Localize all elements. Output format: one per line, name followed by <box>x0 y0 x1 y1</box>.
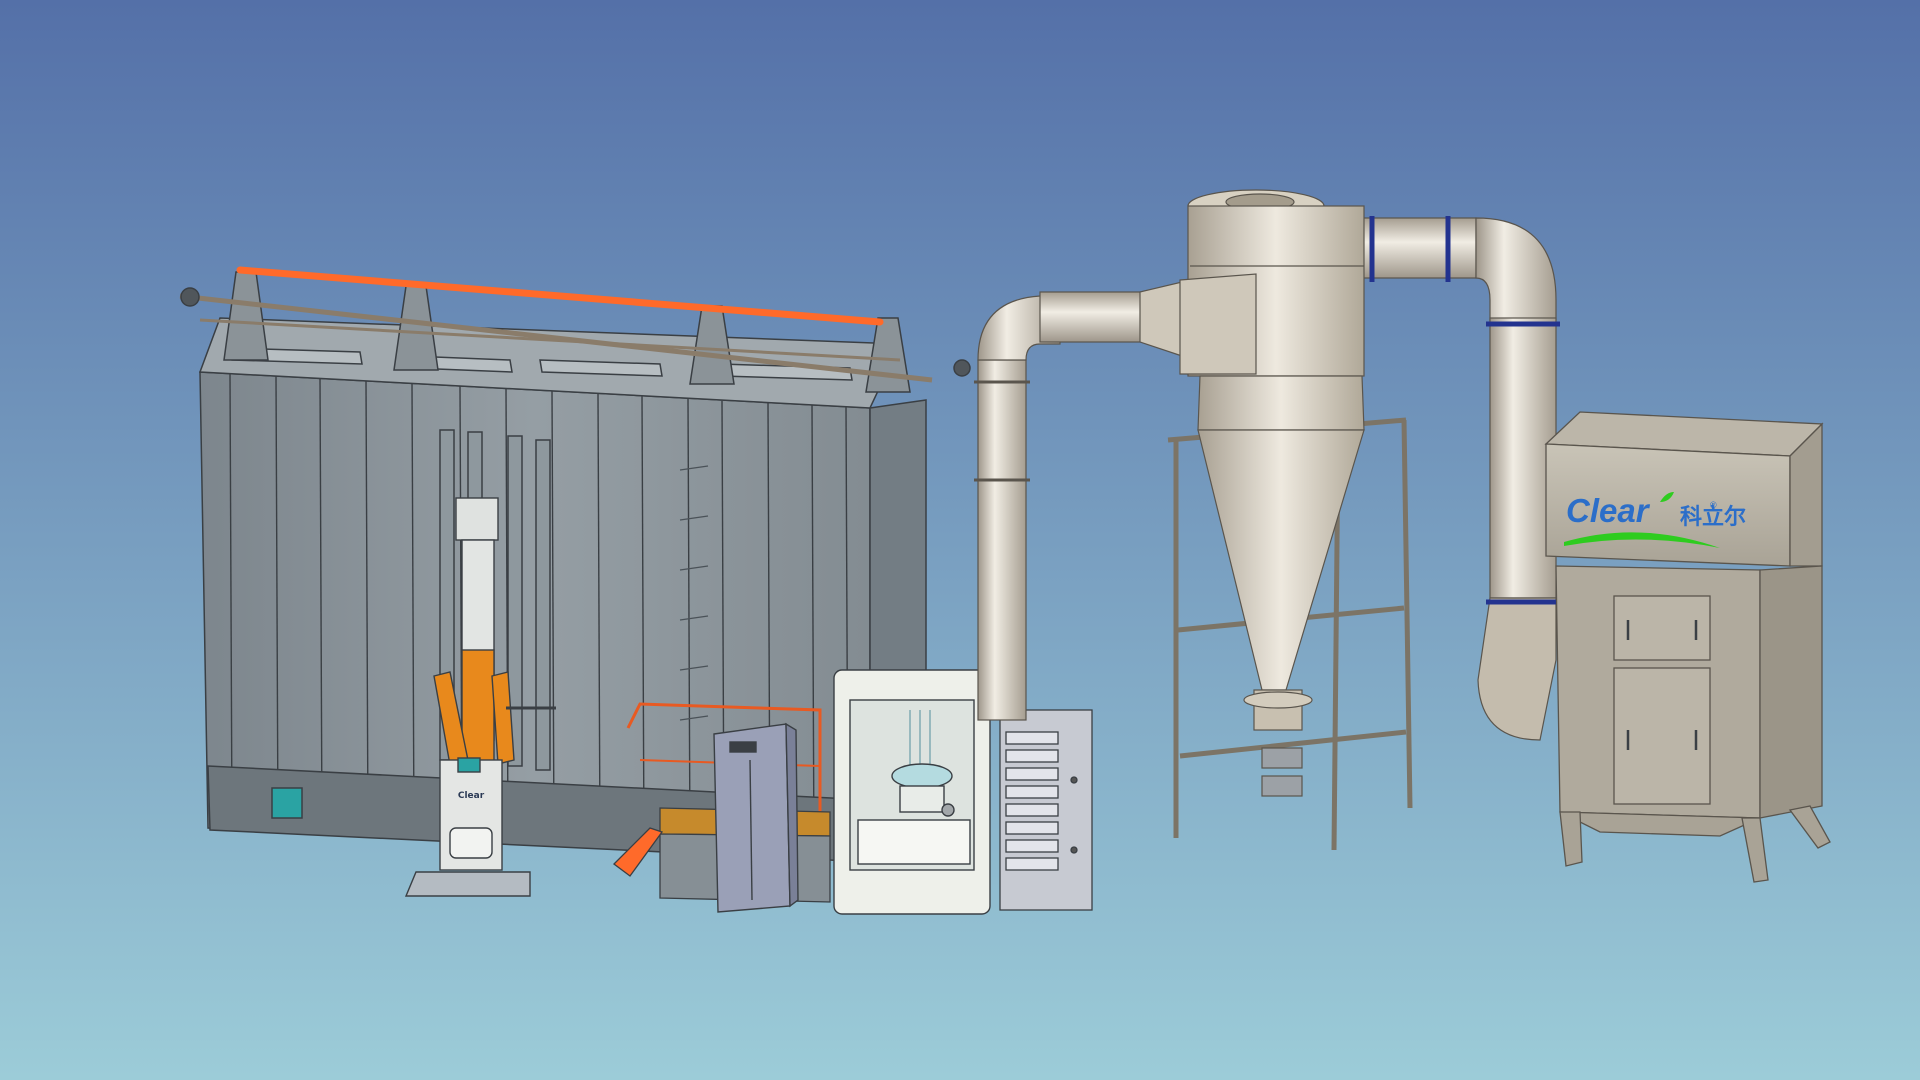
powder-hopper <box>891 763 953 789</box>
reciprocator-screen <box>457 757 481 773</box>
rotary-valve-flange <box>1243 691 1313 709</box>
powder-sieve <box>899 785 945 813</box>
rack-switch-icon <box>1070 776 1078 784</box>
return-duct-vertical <box>977 359 1027 721</box>
reciprocator-plate: Clear <box>458 791 485 801</box>
drive-motor <box>180 287 200 307</box>
brand-reg-mark: ® <box>1710 500 1717 510</box>
control-cabinet <box>713 722 799 913</box>
cyclone-collar <box>1197 375 1365 431</box>
return-duct-horizontal <box>1039 291 1149 343</box>
powder-tray <box>857 819 971 865</box>
collector-inlet-elbow <box>1477 597 1557 741</box>
drive-motor-right <box>953 359 971 377</box>
booth-inspection-window <box>271 787 303 819</box>
cyclone-inlet-box <box>1179 273 1257 375</box>
sieve-unit <box>1261 747 1303 769</box>
powder-coating-system-render: Clear Clear 科立尔 ® <box>0 0 1920 1080</box>
gun-control-rack <box>999 709 1093 911</box>
cartridge-filter-collector: Clear 科立尔 ® <box>1544 411 1831 883</box>
collector-body-side <box>1759 565 1823 819</box>
powder-valve-icon <box>941 803 955 817</box>
brand-name-latin: Clear <box>1566 492 1651 529</box>
sieve-unit-2 <box>1261 775 1303 797</box>
cabinet-label-plate <box>729 741 757 753</box>
rack-switch-icon-2 <box>1070 846 1078 854</box>
reciprocator-footplate <box>404 871 531 897</box>
reciprocator-panel <box>449 827 493 859</box>
reciprocator-column-cap <box>455 497 499 541</box>
powder-feed-center <box>833 669 991 915</box>
